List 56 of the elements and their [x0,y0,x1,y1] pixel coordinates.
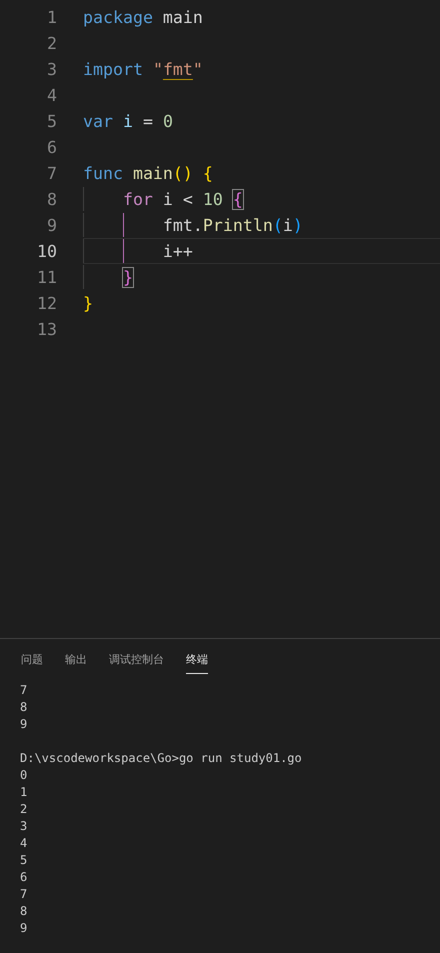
code-token: fmt [162,60,193,78]
terminal-line: D:\vscodeworkspace\Go>go run study01.go [20,750,303,767]
terminal-line: 3 [20,818,28,835]
line-number: 3 [46,60,57,78]
code-token: import [83,60,144,78]
code-token: 10 [202,190,224,208]
code-token: ( [272,216,283,234]
terminal-line: 4 [20,835,28,852]
code-token: for [122,190,153,208]
code-token: main [132,164,173,182]
line-number: 10 [36,242,57,260]
code-token: " [152,60,163,78]
line-number: 2 [46,34,57,52]
code-token: () { [172,164,213,182]
terminal-line: 2 [20,801,28,818]
line-number: 1 [46,8,57,26]
code-token: fmt. [162,216,203,234]
line-number: 12 [36,294,57,312]
code-token: func [83,164,124,182]
panel-tab[interactable]: 调试控制台 [109,649,164,674]
code-token: } [83,294,93,312]
terminal-line: 7 [20,886,28,903]
terminal-line: 9 [20,716,28,733]
terminal-line: 0 [20,767,28,784]
line-number: 8 [46,190,57,208]
code-token: = [142,112,154,130]
code-token: var [83,112,114,130]
line-number: 9 [46,216,57,234]
code-token: } [122,268,133,286]
line-number: 6 [46,138,57,156]
code-token: i [282,216,293,234]
line-number: 13 [36,320,57,338]
line-number: 4 [46,86,57,104]
terminal-line: 8 [20,699,28,716]
terminal-line: 9 [20,920,28,937]
code-token: i [122,112,133,130]
code-token: i < [162,190,194,208]
line-number: 5 [46,112,57,130]
terminal-line: 6 [20,869,28,886]
code-token: i++ [162,242,193,260]
line-number: 11 [36,268,57,286]
code-token: " [192,60,203,78]
code-token: Println [202,216,273,234]
code-token: { [232,190,243,208]
terminal-line: 1 [20,784,28,801]
code-token: 0 [162,112,173,130]
terminal-line: 7 [20,682,28,699]
terminal-line: 5 [20,852,28,869]
code-token: main [162,8,203,26]
panel-tab[interactable]: 输出 [65,649,87,674]
panel-tab[interactable]: 终端 [186,649,208,674]
code-token: package [83,8,153,26]
panel-tab[interactable]: 问题 [21,649,43,674]
terminal-line: 8 [20,903,28,920]
line-number: 7 [46,164,57,182]
code-token: ) [292,216,303,234]
